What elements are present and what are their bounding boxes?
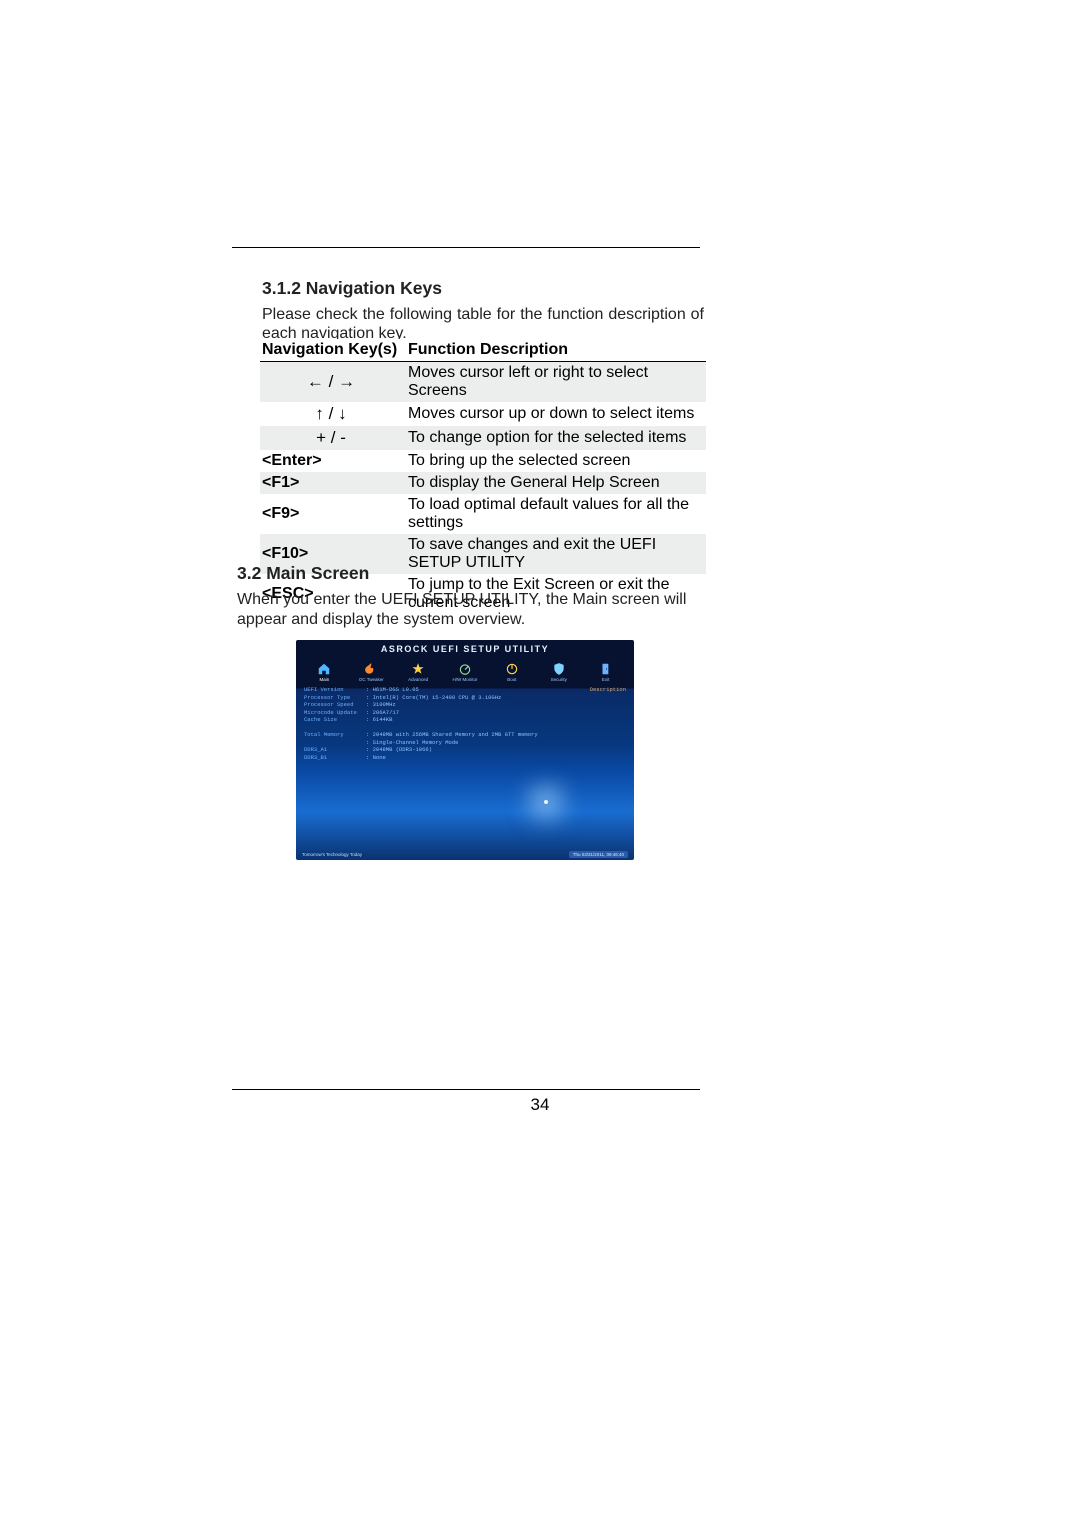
star-icon — [411, 662, 425, 676]
table-row: + / -To change option for the selected i… — [260, 426, 706, 450]
key-cell: <F1> — [260, 472, 406, 494]
bios-info-label: Processor Speed — [304, 701, 366, 709]
home-icon — [317, 662, 331, 676]
bios-footer: Tomorrow's Technology Today Thu 03/31/20… — [302, 851, 628, 858]
bios-footer-datetime: Thu 03/31/2011, 09:46:40 — [569, 851, 628, 858]
bios-tab-label: Security — [551, 677, 567, 682]
bios-info-value: : Single-Channel Memory Mode — [366, 739, 458, 746]
shield-icon — [552, 662, 566, 676]
desc-cell: Moves cursor left or right to select Scr… — [406, 362, 706, 403]
footer-rule — [232, 1089, 700, 1090]
bios-info-label: DDR3_B1 — [304, 754, 366, 762]
bios-info-value: : 2048MB with 256MB Shared Memory and 2M… — [366, 731, 538, 738]
key-cell: <F9> — [260, 494, 406, 534]
bios-footer-tagline: Tomorrow's Technology Today — [302, 852, 362, 857]
bios-info-value: : 3100MHz — [366, 701, 396, 708]
speed-icon — [458, 662, 472, 676]
table-row: ↑ / ↓Moves cursor up or down to select i… — [260, 402, 706, 426]
bios-tab-label: Boot — [507, 677, 516, 682]
section-navigation-keys: 3.1.2 Navigation Keys Please check the f… — [262, 278, 704, 343]
bios-tabbar: Main OC Tweaker Advanced H/W Monitor Boot Sec… — [302, 658, 628, 682]
desc-cell: To load optimal default values for all t… — [406, 494, 706, 534]
bios-tab-advanced[interactable]: Advanced — [396, 658, 441, 682]
bios-info-value: : 6144KB — [366, 716, 392, 723]
bios-tab-main[interactable]: Main — [302, 658, 347, 682]
bios-tab-security[interactable]: Security — [536, 658, 581, 682]
bios-info-label: Cache Size — [304, 716, 366, 724]
table-row: <Enter>To bring up the selected screen — [260, 450, 706, 472]
bios-info-label: Processor Type — [304, 694, 366, 702]
key-cell: ↑ / ↓ — [260, 402, 406, 426]
desc-cell: To bring up the selected screen — [406, 450, 706, 472]
bios-info-row: Cache Size: 6144KB — [304, 716, 564, 724]
bios-info-label: UEFI Version — [304, 686, 366, 694]
bios-tab-boot[interactable]: Boot — [489, 658, 534, 682]
key-cell: + / - — [260, 426, 406, 450]
col-header-desc: Function Description — [406, 339, 706, 362]
heading-3-2: 3.2 Main Screen — [237, 563, 703, 584]
bios-tab-label: Exit — [602, 677, 610, 682]
bios-info-row: UEFI Version: H61M-DGS L0.05 — [304, 686, 564, 694]
bios-info-value: : None — [366, 754, 386, 761]
bios-tab-label: Main — [320, 677, 330, 682]
bios-info-row: DDR3_A1: 2048MB (DDR3-1066) — [304, 746, 564, 754]
table-row: <F9>To load optimal default values for a… — [260, 494, 706, 534]
bios-info-label: DDR3_A1 — [304, 746, 366, 754]
flame-icon — [364, 662, 378, 676]
bios-info-row: Microcode Update: 206A7/17 — [304, 709, 564, 717]
table-row: <F1>To display the General Help Screen — [260, 472, 706, 494]
bios-info-value: : Intel(R) Core(TM) i5-2400 CPU @ 3.10GH… — [366, 694, 501, 701]
door-icon — [599, 662, 613, 676]
heading-3-1-2: 3.1.2 Navigation Keys — [262, 278, 704, 299]
bios-tab-h-w-monitor[interactable]: H/W Monitor — [443, 658, 488, 682]
key-cell: ← / → — [260, 362, 406, 403]
bios-info-value: : H61M-DGS L0.05 — [366, 686, 419, 693]
section1-intro: Please check the following table for the… — [262, 305, 704, 343]
bios-body: UEFI Version: H61M-DGS L0.05Processor Ty… — [304, 686, 626, 846]
desc-cell: To display the General Help Screen — [406, 472, 706, 494]
lens-flare-glow — [544, 800, 548, 804]
bios-tab-oc-tweaker[interactable]: OC Tweaker — [349, 658, 394, 682]
bios-info-row: Processor Speed: 3100MHz — [304, 701, 564, 709]
bios-tab-label: H/W Monitor — [453, 677, 478, 682]
bios-info-label: Total Memory — [304, 731, 366, 739]
bios-info-row: Total Memory: 2048MB with 256MB Shared M… — [304, 731, 564, 739]
bios-info-row: : Single-Channel Memory Mode — [304, 739, 564, 747]
page-number: 34 — [0, 1095, 1080, 1115]
desc-cell: To change option for the selected items — [406, 426, 706, 450]
table-header-row: Navigation Key(s) Function Description — [260, 339, 706, 362]
col-header-keys: Navigation Key(s) — [260, 339, 406, 362]
bios-info-label: Microcode Update — [304, 709, 366, 717]
section-main-screen: 3.2 Main Screen When you enter the UEFI … — [237, 563, 703, 630]
bios-tab-label: Advanced — [408, 677, 428, 682]
bios-tab-label: OC Tweaker — [359, 677, 384, 682]
bios-info-row: DDR3_B1: None — [304, 754, 564, 762]
bios-title: ASROCK UEFI SETUP UTILITY — [296, 644, 634, 654]
header-rule — [232, 247, 700, 248]
table-row: ← / →Moves cursor left or right to selec… — [260, 362, 706, 403]
bios-sidebar-label: Description — [568, 686, 626, 846]
bios-info-row: Processor Type: Intel(R) Core(TM) i5-240… — [304, 694, 564, 702]
bios-screenshot: ASROCK UEFI SETUP UTILITY Main OC Tweaker… — [296, 640, 634, 860]
bios-info-value: : 2048MB (DDR3-1066) — [366, 746, 432, 753]
desc-cell: Moves cursor up or down to select items — [406, 402, 706, 426]
bios-info-value: : 206A7/17 — [366, 709, 399, 716]
bios-tab-exit[interactable]: Exit — [583, 658, 628, 682]
power-icon — [505, 662, 519, 676]
key-cell: <Enter> — [260, 450, 406, 472]
section2-intro: When you enter the UEFI SETUP UTILITY, t… — [237, 590, 703, 630]
bios-info-row — [304, 724, 564, 732]
bios-info-panel: UEFI Version: H61M-DGS L0.05Processor Ty… — [304, 686, 568, 846]
